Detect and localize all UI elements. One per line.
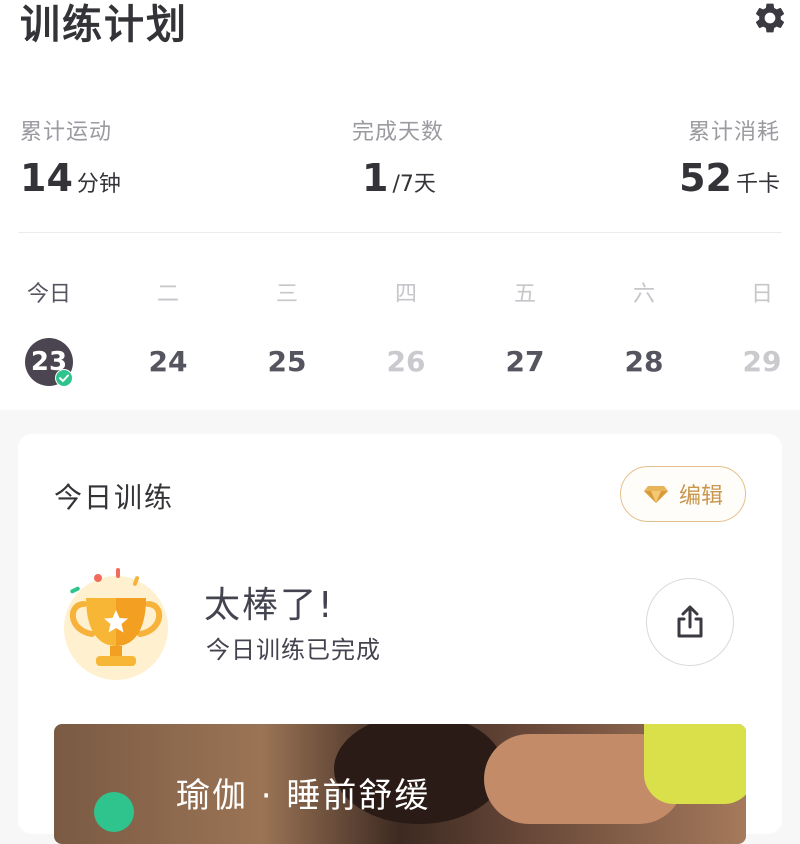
share-icon [677, 605, 703, 638]
edit-label: 编辑 [678, 484, 723, 509]
share-button[interactable] [646, 578, 734, 666]
date-item[interactable]: 28 [604, 340, 684, 384]
date-item[interactable]: 27 [485, 340, 565, 384]
weekday-label: 五 [513, 282, 536, 307]
stat-unit: 千卡 [735, 172, 780, 197]
completion-title: 太棒了! [204, 585, 335, 626]
stat-unit: 分钟 [76, 172, 121, 197]
completed-check-icon [55, 369, 73, 387]
date-item[interactable]: 29 [722, 340, 800, 384]
status-dot [94, 792, 134, 832]
diamond-icon [643, 486, 668, 503]
date-item[interactable]: 25 [247, 340, 327, 384]
workout-card[interactable]: 瑜伽 · 睡前舒缓 [54, 724, 746, 844]
stat-value: 1 [362, 156, 389, 200]
weekday-today: 今日 [26, 282, 71, 307]
stat-total-exercise: 累计运动 14 分钟 [20, 114, 121, 200]
today-training-card: 今日训练 编辑 太棒了! 今日训练已完成 瑜伽 · 睡前舒缓 [18, 434, 782, 844]
weekday-label: 六 [632, 282, 655, 307]
page-title: 训练计划 [20, 2, 188, 48]
workout-title: 瑜伽 · 睡前舒缓 [176, 776, 431, 816]
weekday-label: 二 [156, 282, 179, 307]
stat-unit: /7天 [392, 172, 436, 197]
completion-subtitle: 今日训练已完成 [206, 636, 381, 664]
stat-total-calories: 累计消耗 52 千卡 [679, 114, 780, 200]
stat-value: 14 [20, 156, 73, 200]
gear-icon [755, 3, 785, 33]
stat-label: 完成天数 [352, 120, 445, 145]
weekday-label: 三 [275, 282, 298, 307]
weekday-label: 日 [750, 282, 773, 307]
top-section: 训练计划 累计运动 14 分钟 完成天数 1/7天 累计消耗 52 千卡 今日 二 … [0, 0, 800, 410]
settings-button[interactable] [750, 0, 790, 38]
stat-completed-days: 完成天数 1/7天 [352, 114, 444, 200]
stat-label: 累计消耗 [687, 120, 780, 145]
edit-button[interactable]: 编辑 [620, 466, 746, 522]
card-title: 今日训练 [54, 481, 175, 514]
trophy-icon [58, 564, 174, 680]
divider [18, 232, 782, 233]
stat-label: 累计运动 [20, 120, 113, 145]
workout-image-detail [644, 724, 746, 804]
date-item[interactable]: 24 [128, 340, 208, 384]
stat-value: 52 [679, 156, 732, 200]
date-item[interactable]: 26 [366, 340, 446, 384]
weekday-label: 四 [394, 282, 417, 307]
